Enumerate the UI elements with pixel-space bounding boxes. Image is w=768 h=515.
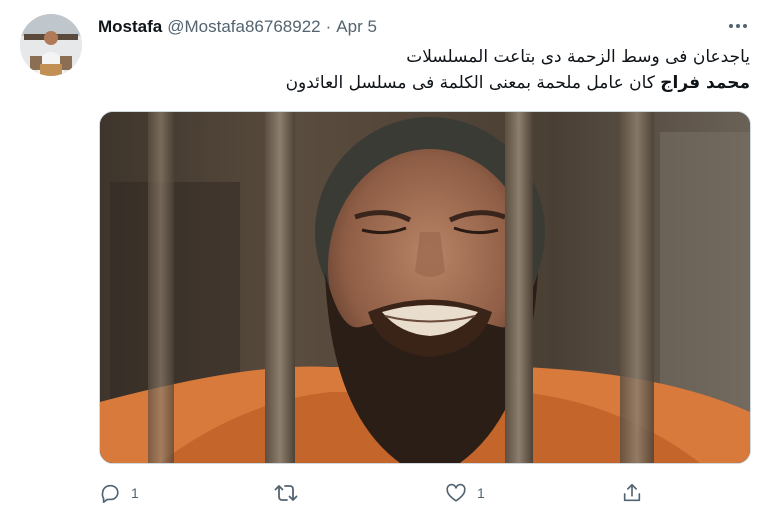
retweet-button[interactable]: [274, 480, 308, 506]
reply-icon: [101, 484, 119, 503]
tweet-actions: 1 1: [99, 480, 659, 506]
retweet-icon: [274, 485, 298, 501]
tweet-media-image[interactable]: [99, 111, 751, 464]
photo-prisoner-behind-bars: [100, 112, 750, 463]
tweet-text-line-2-rest: كان عامل ملحمة بمعنى الكلمة فى مسلسل الع…: [285, 73, 655, 93]
more-options-button[interactable]: [724, 16, 752, 36]
tweet-header: Mostafa @Mostafa86768922 · Apr 5: [98, 15, 377, 39]
more-horizontal-icon: [729, 24, 733, 28]
like-button[interactable]: 1: [445, 480, 485, 506]
tweet-text-line-2: محمد فراج كان عامل ملحمة بمعنى الكلمة فى…: [150, 70, 750, 96]
share-icon: [623, 483, 641, 502]
tweet-date[interactable]: Apr 5: [336, 17, 377, 37]
like-count: 1: [477, 485, 485, 501]
author-handle[interactable]: @Mostafa86768922: [167, 17, 320, 37]
reply-button[interactable]: 1: [99, 480, 139, 506]
avatar-image: [20, 14, 82, 76]
author-avatar[interactable]: [20, 14, 82, 76]
reply-count: 1: [131, 485, 139, 501]
header-separator: ·: [325, 17, 332, 36]
author-name[interactable]: Mostafa: [98, 17, 162, 37]
heart-icon: [446, 483, 466, 502]
share-button[interactable]: [621, 480, 643, 506]
tweet-text-line-1: ياجدعان فى وسط الزحمة دى بتاعت المسلسلات: [406, 47, 750, 67]
tweet-text: ياجدعان فى وسط الزحمة دى بتاعت المسلسلات…: [150, 44, 750, 96]
mentioned-name: محمد فراج: [660, 73, 750, 93]
